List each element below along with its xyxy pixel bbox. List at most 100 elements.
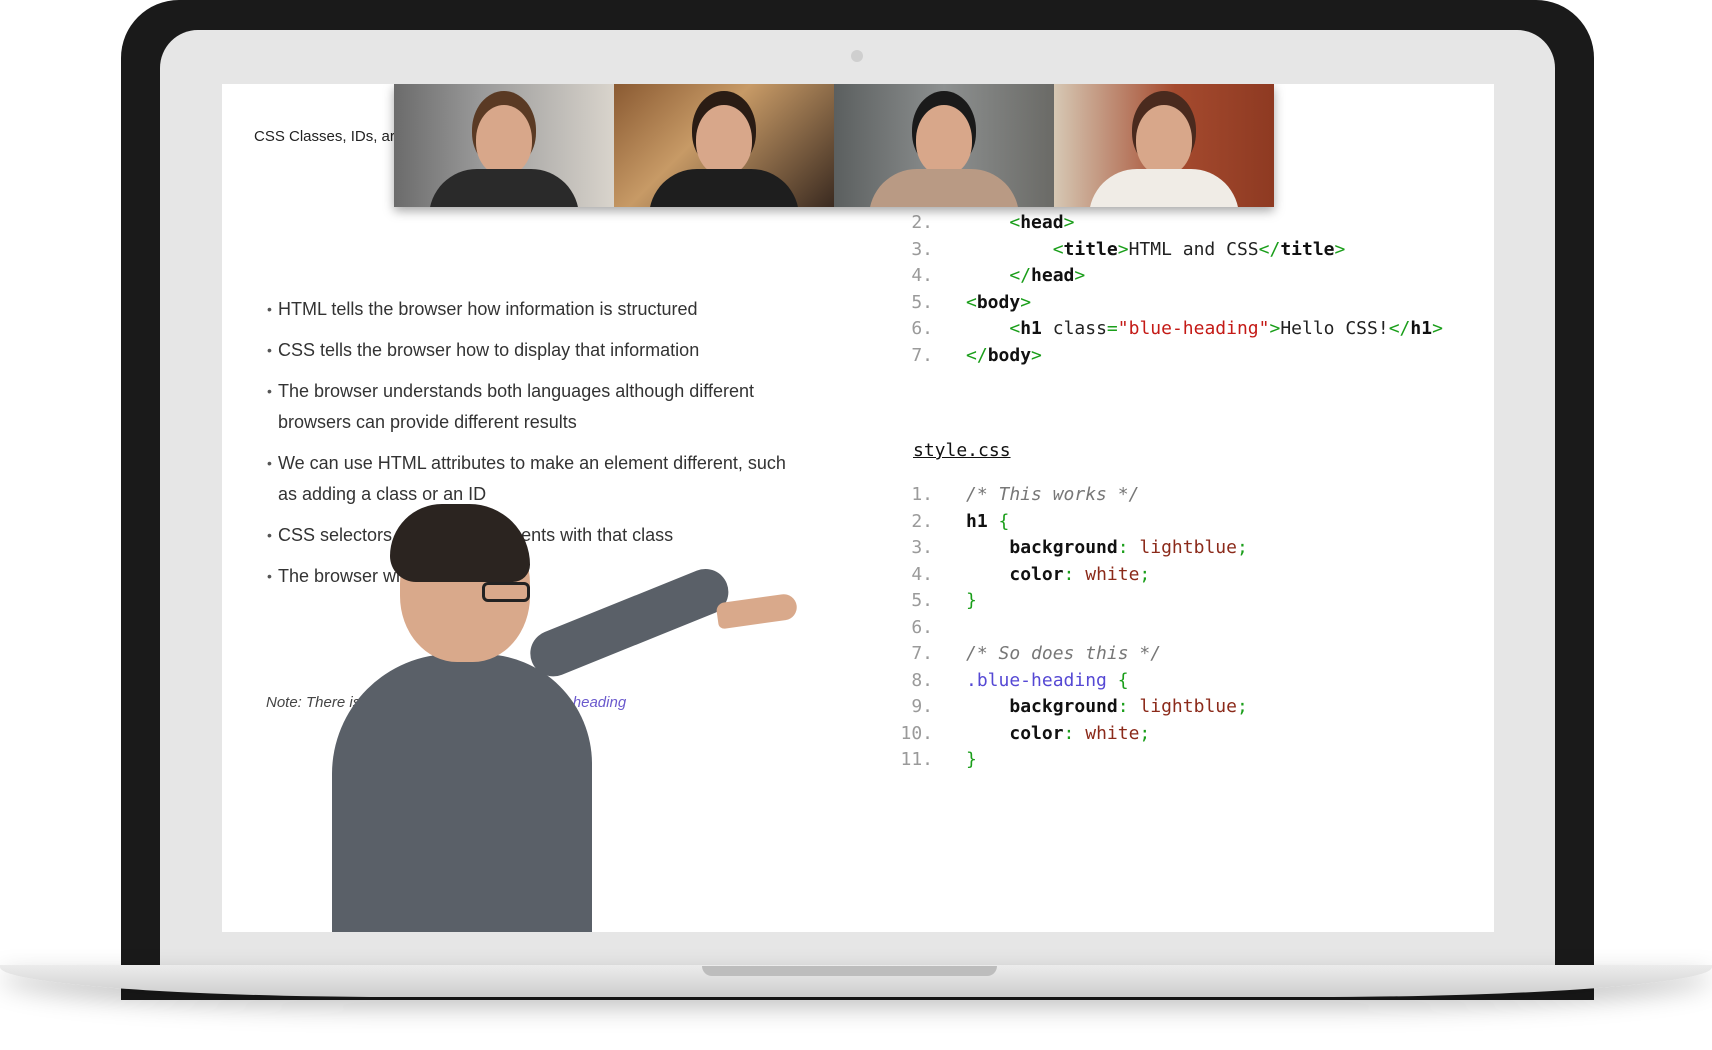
participant-torso [869, 169, 1019, 207]
code-line: 3. <title>HTML and CSS</title> [887, 237, 1443, 264]
participant-head [696, 105, 752, 175]
code-punct: </ [1009, 265, 1032, 286]
code-punct: = [1106, 318, 1118, 339]
participant-head [1136, 105, 1192, 175]
bullet-item: HTML tells the browser how information i… [267, 294, 787, 325]
line-number: 2. [911, 212, 933, 233]
code-property: background [1009, 696, 1118, 717]
code-semicolon: ; [1139, 563, 1151, 585]
code-punct: > [1117, 238, 1129, 260]
line-number: 6. [911, 318, 933, 339]
code-line: 4. color: white; [887, 562, 1248, 589]
presenter-arm [523, 562, 736, 684]
participant-torso [649, 169, 799, 207]
code-semicolon: ; [1236, 696, 1248, 717]
code-punct: </ [1258, 238, 1281, 260]
line-number: 7. [911, 643, 933, 664]
code-property: color [1009, 563, 1064, 585]
code-colon: : [1063, 722, 1086, 744]
code-punct: </ [1388, 318, 1411, 339]
code-punct: > [1334, 238, 1346, 260]
lesson-title: CSS Classes, IDs, ar [254, 128, 395, 145]
video-tile[interactable] [1054, 84, 1274, 207]
bullet-item: We can use HTML attributes to make an el… [267, 448, 787, 510]
code-tag-name: h1 [1020, 318, 1042, 339]
participant-torso [1089, 169, 1239, 207]
code-tag-name: head [1020, 212, 1064, 233]
line-number: 2. [911, 510, 933, 532]
code-property: color [1009, 722, 1064, 744]
participant-avatar [429, 105, 579, 207]
code-line: 9. background: lightblue; [887, 694, 1248, 721]
line-number: 6. [911, 616, 933, 638]
bullet-item: CSS tells the browser how to display tha… [267, 335, 787, 366]
webcam-icon [851, 50, 863, 62]
line-number: 9. [911, 696, 933, 717]
code-line: 2. h1 { [887, 509, 1248, 536]
video-tile[interactable] [834, 84, 1054, 207]
code-line: 6. [887, 615, 1248, 642]
code-comment: /* So does this */ [966, 643, 1162, 664]
line-number: 8. [911, 669, 933, 691]
line-number: 5. [911, 291, 933, 313]
presenter-hair [390, 504, 530, 582]
code-comment: /* This works */ [966, 484, 1140, 505]
code-tag-name: title [1280, 238, 1335, 260]
video-call-strip [394, 84, 1274, 207]
code-selector: .blue-heading [966, 669, 1107, 691]
code-text: Hello CSS! [1280, 318, 1389, 339]
code-punct: < [1009, 318, 1021, 339]
html-code-block: 2. <head> 3. <title>HTML and CSS</title> 4… [887, 210, 1443, 369]
code-line: 5.} [887, 588, 1248, 615]
code-value: lightblue [1139, 537, 1237, 558]
code-line: 3. background: lightblue; [887, 535, 1248, 562]
code-property: background [1009, 537, 1118, 558]
code-tag-name: body [987, 344, 1032, 366]
participant-head [916, 105, 972, 175]
code-brace: } [966, 749, 977, 770]
participant-avatar [649, 105, 799, 207]
code-line: 1. /* This works */ [887, 482, 1248, 509]
code-tag-name: head [1031, 265, 1075, 286]
code-semicolon: ; [1139, 722, 1151, 744]
code-tag-name: title [1063, 238, 1118, 260]
code-line: 4. </head> [887, 263, 1443, 290]
line-number: 4. [911, 563, 933, 585]
line-number: 11. [900, 749, 933, 770]
line-number: 5. [911, 590, 933, 611]
code-brace: { [1106, 669, 1129, 691]
code-text: HTML and CSS [1128, 238, 1259, 260]
code-colon: : [1117, 537, 1140, 558]
line-number: 3. [911, 238, 933, 260]
code-line: 10. color: white; [887, 721, 1248, 748]
presenter-body [332, 654, 592, 932]
code-line: 6. <h1 class="blue-heading">Hello CSS!</… [887, 316, 1443, 343]
presenter-overlay [332, 504, 799, 932]
code-punct: > [1074, 265, 1086, 286]
participant-torso [429, 169, 579, 207]
line-number: 10. [900, 722, 933, 744]
code-value: white [1085, 722, 1140, 744]
code-selector: h1 [966, 510, 988, 532]
code-line: 8. .blue-heading { [887, 668, 1248, 695]
code-line: 7. /* So does this */ [887, 641, 1248, 668]
code-punct: < [1009, 212, 1021, 233]
video-tile[interactable] [394, 84, 614, 207]
code-punct: < [1052, 238, 1064, 260]
code-semicolon: ; [1236, 537, 1248, 558]
css-code-block: 1. /* This works */ 2. h1 {3. background: l… [887, 482, 1248, 774]
line-number: 4. [911, 265, 933, 286]
code-value: white [1085, 563, 1140, 585]
participant-avatar [1089, 105, 1239, 207]
code-punct: > [1432, 318, 1443, 339]
code-line: 5. <body> [887, 290, 1443, 317]
video-tile[interactable] [614, 84, 834, 207]
code-brace: { [987, 510, 1010, 532]
